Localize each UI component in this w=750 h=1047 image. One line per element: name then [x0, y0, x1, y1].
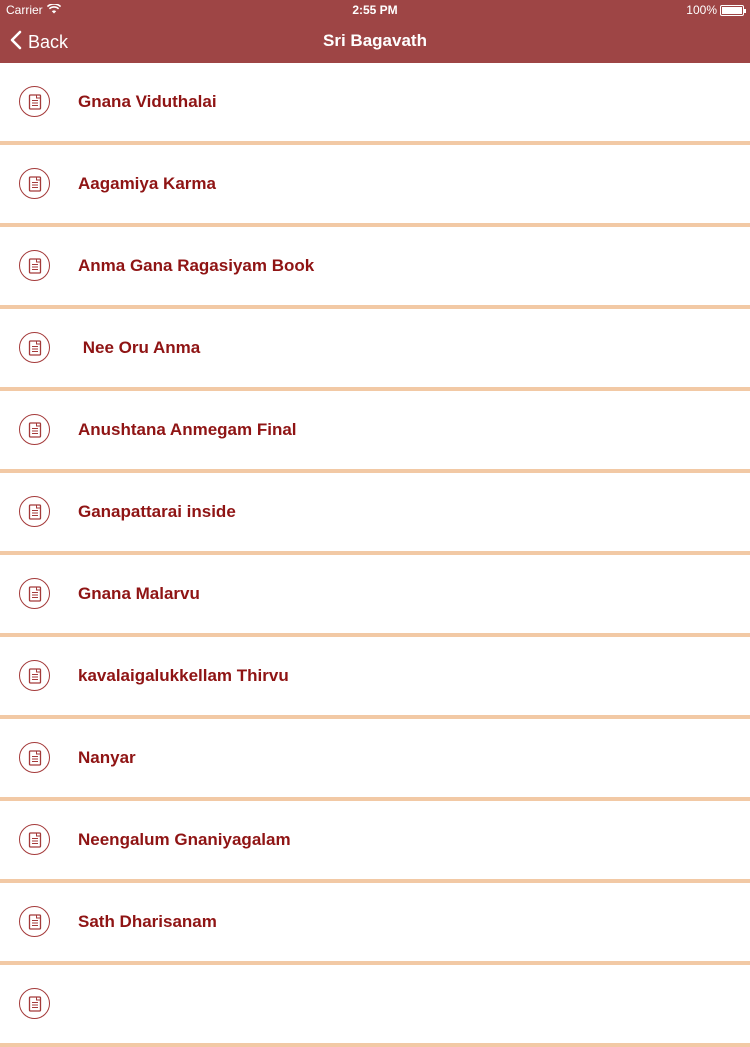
- list-item-label: Aagamiya Karma: [78, 174, 216, 193]
- status-bar: Carrier 2:55 PM 100%: [0, 0, 750, 20]
- list-item[interactable]: Anma Gana Ragasiyam Book: [0, 227, 750, 309]
- list-item-label: Gnana Viduthalai: [78, 92, 217, 111]
- list-item-label: Sath Dharisanam: [78, 912, 217, 931]
- list-item[interactable]: Aagamiya Karma: [0, 145, 750, 227]
- list-item-label: Nee Oru Anma: [78, 338, 201, 357]
- document-icon: [19, 250, 50, 281]
- document-icon: [19, 578, 50, 609]
- list-item[interactable]: Gnana Malarvu: [0, 555, 750, 637]
- list-item[interactable]: Nee Oru Anma: [0, 309, 750, 391]
- list-item-label: kavalaigalukkellam Thirvu: [78, 666, 289, 685]
- document-icon: [19, 988, 50, 1019]
- document-icon: [19, 414, 50, 445]
- list-item-label: Gnana Malarvu: [78, 584, 200, 603]
- document-icon: [19, 824, 50, 855]
- document-icon: [19, 742, 50, 773]
- book-list: Gnana Viduthalai Aagamiya Karma Anma Gan: [0, 63, 750, 1047]
- document-icon: [19, 168, 50, 199]
- list-item-label: Ganapattarai inside: [78, 502, 236, 521]
- header: Carrier 2:55 PM 100% Back Sri Bagavath: [0, 0, 750, 63]
- nav-bar: Back Sri Bagavath: [0, 20, 750, 63]
- list-item[interactable]: Sath Dharisanam: [0, 883, 750, 965]
- document-icon: [19, 332, 50, 363]
- document-icon: [19, 86, 50, 117]
- document-icon: [19, 660, 50, 691]
- list-item-label: Anushtana Anmegam Final: [78, 420, 297, 439]
- list-item[interactable]: Neengalum Gnaniyagalam: [0, 801, 750, 883]
- page-title: Sri Bagavath: [323, 31, 427, 50]
- status-right: 100%: [686, 3, 746, 17]
- list-item[interactable]: [0, 965, 750, 1047]
- battery-icon: [720, 4, 746, 16]
- list-item[interactable]: Gnana Viduthalai: [0, 63, 750, 145]
- list-item[interactable]: Nanyar: [0, 719, 750, 801]
- status-time: 2:55 PM: [352, 3, 398, 17]
- list-item-label: Nanyar: [78, 748, 136, 767]
- list-item[interactable]: Ganapattarai inside: [0, 473, 750, 555]
- list-item-label: Neengalum Gnaniyagalam: [78, 830, 291, 849]
- document-icon: [19, 906, 50, 937]
- document-icon: [19, 496, 50, 527]
- battery-percent: 100%: [686, 3, 717, 17]
- list-item-label: Anma Gana Ragasiyam Book: [78, 256, 315, 275]
- list-item[interactable]: Anushtana Anmegam Final: [0, 391, 750, 473]
- list-item[interactable]: kavalaigalukkellam Thirvu: [0, 637, 750, 719]
